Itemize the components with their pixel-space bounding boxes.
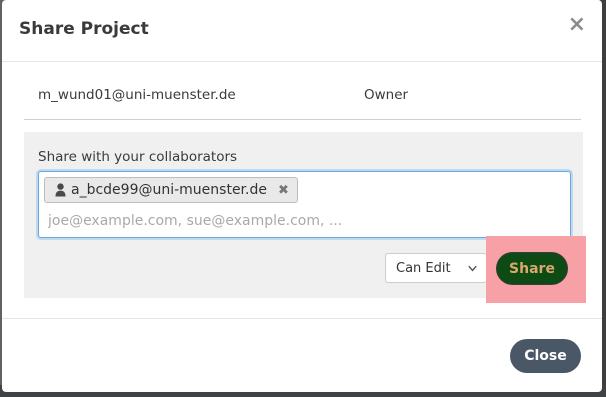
share-project-modal: Share Project × m_wund01@uni-muenster.de… <box>2 0 602 392</box>
modal-footer: Close <box>2 318 602 392</box>
chevron-down-icon <box>468 265 477 272</box>
collaborator-input-box[interactable]: a_bcde99@uni-muenster.de ✖ <box>38 171 571 238</box>
close-icon[interactable]: × <box>568 14 586 36</box>
owner-email: m_wund01@uni-muenster.de <box>38 87 236 103</box>
modal-header: Share Project × <box>2 0 602 62</box>
owner-row: m_wund01@uni-muenster.de Owner <box>24 78 581 120</box>
permission-select[interactable]: Can Edit <box>385 253 487 283</box>
owner-role: Owner <box>364 87 409 103</box>
user-icon <box>55 183 66 197</box>
collaborator-email-input[interactable] <box>48 210 558 232</box>
close-button[interactable]: Close <box>510 339 581 373</box>
collaborator-tag: a_bcde99@uni-muenster.de ✖ <box>44 177 298 203</box>
collaborator-tag-text: a_bcde99@uni-muenster.de <box>71 182 267 198</box>
share-label: Share with your collaborators <box>38 149 238 165</box>
modal-title: Share Project <box>19 19 149 39</box>
share-button[interactable]: Share <box>496 252 568 285</box>
permission-select-value: Can Edit <box>396 260 451 276</box>
remove-tag-icon[interactable]: ✖ <box>278 183 289 198</box>
